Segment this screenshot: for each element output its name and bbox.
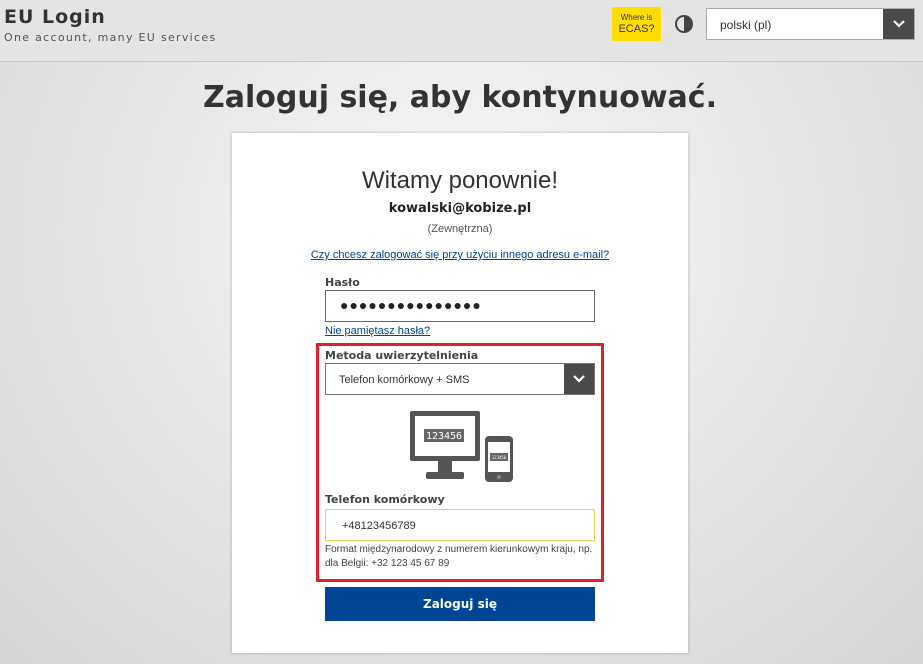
password-label: Hasło [325, 276, 360, 289]
chevron-down-icon [564, 364, 594, 394]
login-button[interactable]: Zaloguj się [325, 587, 595, 621]
other-email-link[interactable]: Czy chcesz zalogować się przy użyciu inn… [232, 249, 688, 261]
ecas-line-1: Where is [620, 12, 653, 22]
screen-code: 123456 [426, 431, 462, 442]
chevron-down-icon [883, 9, 914, 39]
phone-field[interactable]: +48123456789 [325, 509, 595, 541]
contrast-icon[interactable] [674, 14, 694, 34]
brand-subtitle: One account, many EU services [4, 31, 217, 44]
ecas-line-2: ECAS? [618, 22, 655, 35]
page-title: Zaloguj się, aby kontynuować. [203, 80, 717, 115]
welcome-heading: Witamy ponownie! [361, 167, 559, 194]
language-selected: polski (pl) [720, 18, 772, 32]
auth-method-select[interactable]: Telefon komórkowy + SMS [325, 363, 595, 395]
auth-method-value: Telefon komórkowy + SMS [339, 374, 470, 386]
site-header: EU Login One account, many EU services W… [0, 0, 923, 62]
language-select[interactable]: polski (pl) [706, 8, 915, 40]
user-type: (Zewnętrzna) [427, 223, 493, 235]
auth-method-label: Metoda uwierzytelnienia [325, 349, 479, 362]
brand-title: EU Login [4, 6, 106, 28]
password-field[interactable]: ●●●●●●●●●●●●●●● [325, 290, 595, 322]
phone-code: 123456 [492, 455, 507, 460]
user-email: kowalski@kobize.pl [388, 201, 532, 216]
phone-label: Telefon komórkowy [325, 493, 445, 506]
phone-help-text: Format międzynarodowy z numerem kierunko… [325, 544, 593, 569]
login-card: Witamy ponownie! kowalski@kobize.pl (Zew… [232, 133, 688, 653]
where-is-ecas-button[interactable]: Where is ECAS? [612, 7, 661, 41]
forgot-password-link[interactable]: Nie pamiętasz hasła? [325, 325, 430, 337]
desktop-and-phone-icon: 123456 123456 [408, 409, 514, 485]
